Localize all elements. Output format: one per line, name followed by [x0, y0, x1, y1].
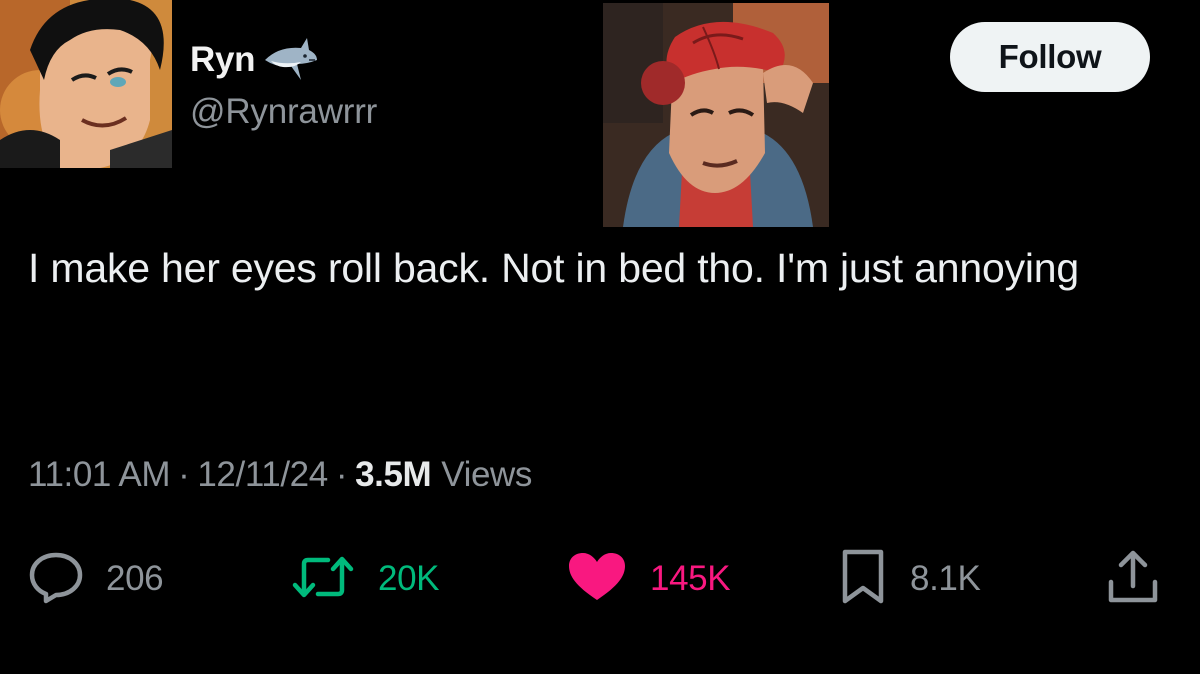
- author-name-row[interactable]: Ryn: [190, 36, 319, 84]
- avatar-image: [0, 0, 172, 168]
- meta-separator: ·: [335, 455, 348, 494]
- reply-icon: [28, 550, 84, 609]
- tweet-date[interactable]: 12/11/24: [197, 455, 328, 495]
- share-button[interactable]: [1104, 550, 1162, 608]
- tweet-text: I make her eyes roll back. Not in bed th…: [28, 245, 1079, 291]
- avatar[interactable]: [0, 0, 172, 168]
- attached-image-art: [603, 3, 829, 227]
- tweet-meta: 11:01 AM · 12/11/24 · 3.5M Views: [28, 450, 532, 500]
- retweet-icon: [290, 550, 356, 609]
- like-button[interactable]: 145K: [566, 550, 731, 609]
- bookmark-count: 8.1K: [910, 559, 981, 598]
- bookmark-icon: [838, 548, 888, 611]
- like-count: 145K: [650, 559, 731, 598]
- retweet-count: 20K: [378, 559, 440, 598]
- bookmark-button[interactable]: 8.1K: [838, 548, 981, 611]
- share-icon: [1104, 548, 1162, 611]
- handle[interactable]: @Rynrawrrr: [190, 92, 377, 132]
- heart-icon: [566, 550, 628, 609]
- reply-button[interactable]: 206: [28, 550, 164, 609]
- reply-count: 206: [106, 559, 164, 598]
- views-count: 3.5M: [355, 455, 432, 494]
- attached-image[interactable]: [603, 3, 829, 227]
- meta-separator: ·: [178, 455, 190, 494]
- views-label[interactable]: Views: [441, 455, 532, 495]
- shark-emoji-icon: [261, 34, 319, 86]
- tweet-time[interactable]: 11:01 AM: [28, 455, 170, 495]
- retweet-button[interactable]: 20K: [290, 550, 439, 608]
- display-name[interactable]: Ryn: [190, 40, 256, 80]
- follow-button[interactable]: Follow: [950, 22, 1150, 92]
